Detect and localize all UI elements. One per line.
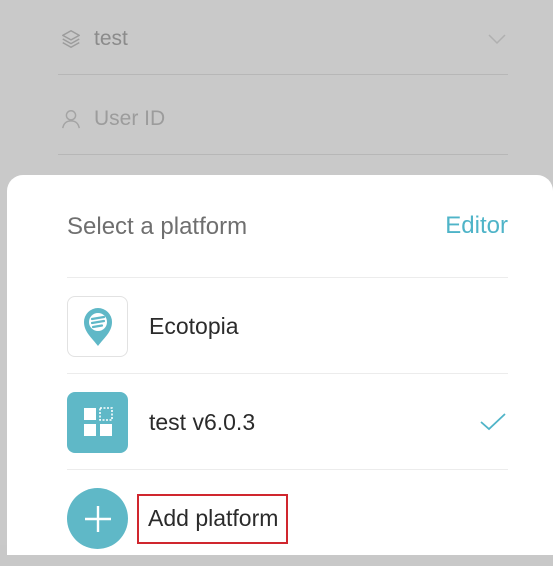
user-id-placeholder: User ID [94,106,166,130]
sheet-title: Select a platform [67,213,248,240]
user-id-field: User ID [58,83,508,155]
grid-app-icon [67,391,128,453]
group-select-value: test [94,26,128,50]
plus-icon [67,488,128,549]
sheet-header: Select a platform Editor [67,175,508,278]
add-platform-item[interactable]: Add platform [67,471,508,566]
platform-select-sheet: Select a platform Editor Ecotopia test v… [7,175,553,555]
platform-item-ecotopia[interactable]: Ecotopia [67,279,508,374]
editor-button[interactable]: Editor [445,212,508,240]
check-icon [480,413,506,431]
layers-icon [62,29,80,48]
platform-name: Ecotopia [149,312,239,339]
platform-name: test v6.0.3 [149,408,256,435]
chevron-down-icon [488,33,506,44]
add-platform-button[interactable]: Add platform [137,493,289,544]
ecotopia-logo-icon [67,295,128,357]
platform-item-test[interactable]: test v6.0.3 [67,375,508,470]
group-select-field: test [58,3,508,75]
user-icon [62,109,80,128]
